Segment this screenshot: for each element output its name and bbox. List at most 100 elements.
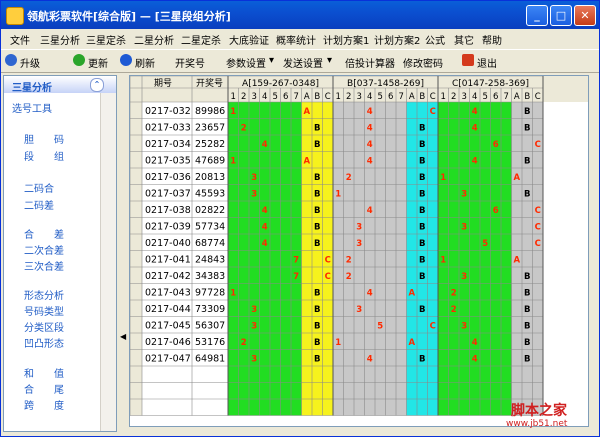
sidebar-item-sum-value[interactable]: 和 值 [24, 365, 64, 380]
lottery-number-cell: 20813 [195, 172, 225, 183]
category-mark: C [535, 140, 541, 150]
digit-mark: 4 [367, 157, 373, 167]
title-bar[interactable]: 领航彩票软件[综合版] — [三星段组分析] _ □ ✕ [1, 1, 599, 29]
menu-two-star-analysis[interactable]: 二星分析 [134, 32, 174, 47]
digit-mark: 4 [367, 124, 373, 134]
update-button[interactable]: 更新 [88, 55, 108, 70]
digit-mark: 6 [493, 206, 499, 216]
category-mark: B [314, 173, 320, 183]
menu-three-star-kill[interactable]: 三星定杀 [86, 32, 126, 47]
sidebar-item-third-sum-diff[interactable]: 三次合差 [24, 258, 64, 273]
sub-column-header: 1 [231, 92, 236, 102]
panel-splitter[interactable]: ◀ [119, 75, 127, 430]
param-settings-button[interactable]: 参数设置 [226, 55, 266, 70]
digit-mark: 1 [335, 338, 341, 348]
sidebar-item-two-code-sum[interactable]: 二码合 [24, 180, 54, 195]
lottery-number-cell: 64981 [195, 354, 225, 365]
sidebar-item-concave-convex[interactable]: 凹凸形态 [24, 335, 64, 350]
sidebar-item-bold-code[interactable]: 胆 码 [24, 131, 64, 146]
menu-plan-1[interactable]: 计划方案1 [323, 32, 369, 47]
lottery-number-cell: 45593 [195, 189, 225, 200]
category-mark: B [314, 322, 320, 332]
sidebar-item-form-analysis[interactable]: 形态分析 [24, 287, 64, 302]
column-header-period: 期号 [154, 78, 172, 89]
sidebar-item-sum-tail[interactable]: 合 尾 [24, 381, 64, 396]
sub-column-header: B [524, 92, 530, 102]
analysis-grid: 期号 开奖号 A[159-267-0348] 1 2 3 4 5 6 7 A B C B[037-1458… [129, 75, 589, 427]
menu-two-star-kill[interactable]: 二星定杀 [181, 32, 221, 47]
digit-mark: 5 [482, 239, 488, 249]
category-mark: B [524, 157, 530, 167]
digit-mark: 3 [461, 272, 467, 282]
menu-file[interactable]: 文件 [10, 32, 30, 47]
sidebar-item-number-tool[interactable]: 选号工具 [12, 100, 52, 115]
digit-mark: 3 [461, 322, 467, 332]
sidebar-item-two-code-diff[interactable]: 二码差 [24, 197, 54, 212]
period-cell: 0217-033 [145, 123, 191, 134]
close-button[interactable]: ✕ [574, 5, 596, 26]
upgrade-button[interactable]: 升级 [20, 55, 40, 70]
sub-column-header: 7 [294, 92, 299, 102]
collapse-left-icon[interactable]: ◀ [120, 332, 126, 341]
multiply-calculator-button[interactable]: 倍投计算器 [345, 55, 395, 70]
category-mark: B [524, 272, 530, 282]
digit-mark: 1 [440, 256, 446, 266]
menu-help[interactable]: 帮助 [482, 32, 502, 47]
category-mark: B [419, 140, 425, 150]
period-cell: 0217-035 [145, 156, 191, 167]
category-mark: B [524, 355, 530, 365]
menu-plan-2[interactable]: 计划方案2 [374, 32, 420, 47]
lottery-number-cell: 47689 [195, 156, 225, 167]
lottery-number-button[interactable]: 开奖号 [175, 55, 205, 70]
category-mark: C [535, 223, 541, 233]
digit-mark: 7 [293, 256, 299, 266]
sidebar-item-second-sum-diff[interactable]: 二次合差 [24, 242, 64, 257]
sidebar-item-segment-group[interactable]: 段 组 [24, 148, 64, 163]
category-mark: B [524, 107, 530, 117]
menu-three-star-analysis[interactable]: 三星分析 [40, 32, 80, 47]
exit-button[interactable]: 退出 [477, 55, 497, 70]
minimize-button[interactable]: _ [526, 5, 548, 26]
digit-mark: 4 [367, 289, 373, 299]
sidebar-item-number-type[interactable]: 号码类型 [24, 303, 64, 318]
category-mark: B [419, 173, 425, 183]
category-mark: B [524, 338, 530, 348]
chevron-down-icon: ▾ [327, 55, 333, 66]
category-mark: C [325, 272, 331, 282]
group-header-label: A[159-267-0348] [242, 79, 319, 89]
sidebar-scrollbar[interactable] [100, 93, 116, 431]
upgrade-icon [5, 54, 17, 66]
digit-mark: 4 [262, 140, 268, 150]
lottery-number-cell: 24843 [195, 255, 225, 266]
sidebar-header[interactable]: 三星分析 ⌃ [4, 76, 116, 94]
sidebar-item-sum-diff[interactable]: 合 差 [24, 226, 64, 241]
sub-column-header: 6 [388, 92, 393, 102]
lottery-number-cell: 56307 [195, 321, 225, 332]
category-mark: B [419, 190, 425, 200]
menu-formula[interactable]: 公式 [425, 32, 445, 47]
send-settings-button[interactable]: 发送设置 [283, 55, 323, 70]
menu-other[interactable]: 其它 [454, 32, 474, 47]
digit-mark: 3 [356, 305, 362, 315]
category-mark: B [419, 124, 425, 134]
digit-mark: 4 [367, 206, 373, 216]
change-password-button[interactable]: 修改密码 [403, 55, 443, 70]
sub-column-header: 3 [462, 92, 467, 102]
category-mark: B [314, 289, 320, 299]
category-mark: B [524, 289, 530, 299]
refresh-button[interactable]: 刷新 [135, 55, 155, 70]
sidebar-item-span[interactable]: 跨 度 [24, 397, 64, 412]
lottery-number-cell: 68774 [195, 238, 225, 249]
menu-big-base-verify[interactable]: 大底验证 [229, 32, 269, 47]
sidebar-item-category-segment[interactable]: 分类区段 [24, 319, 64, 334]
chevron-up-icon[interactable]: ⌃ [90, 78, 104, 92]
category-mark: C [325, 256, 331, 266]
maximize-button[interactable]: □ [550, 5, 572, 26]
group-header-label: C[0147-258-369] [452, 79, 529, 89]
digit-mark: 4 [262, 239, 268, 249]
menu-probability-stats[interactable]: 概率统计 [276, 32, 316, 47]
lottery-number-cell: 73309 [195, 304, 225, 315]
sidebar-title: 三星分析 [12, 83, 52, 94]
digit-mark: 2 [346, 256, 352, 266]
row-selector-column [130, 102, 142, 416]
